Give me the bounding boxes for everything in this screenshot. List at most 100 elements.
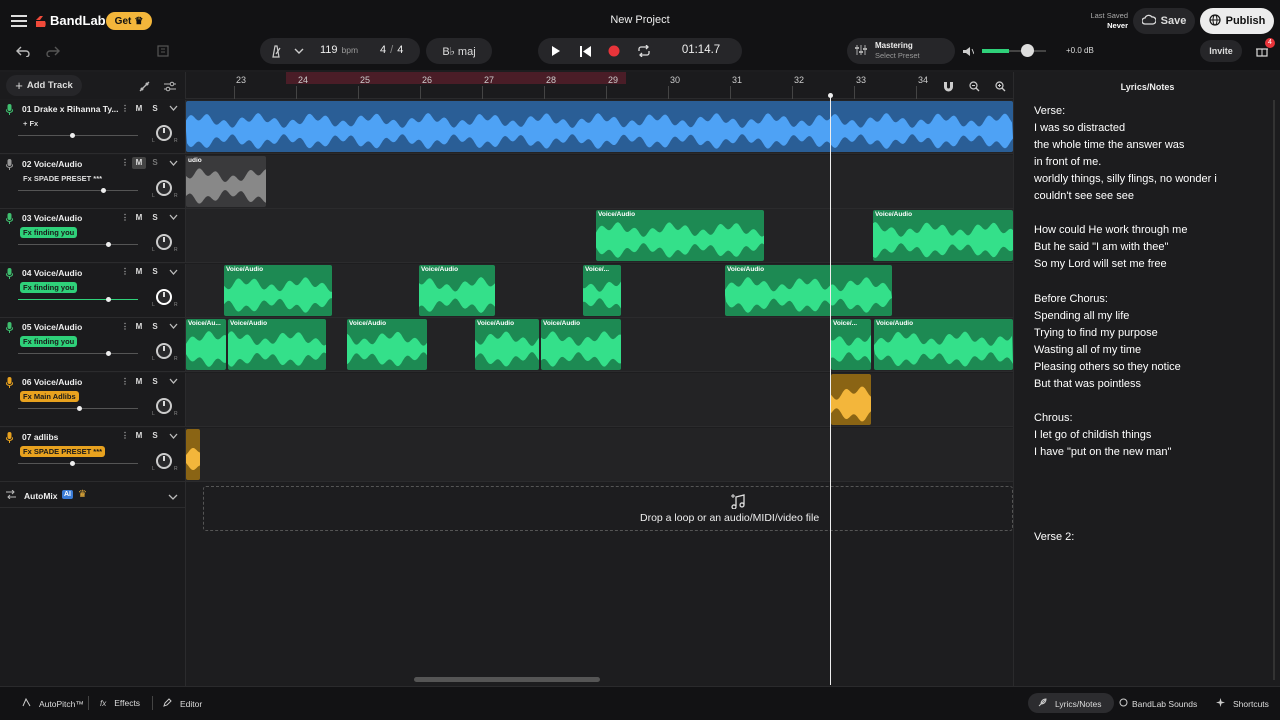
publish-button[interactable]: Publish (1200, 8, 1274, 34)
microphone-icon[interactable] (6, 104, 13, 115)
track-lane[interactable]: Voice/Au... Voice/Audio Voice/Audio Voice/A… (186, 318, 1013, 373)
track-volume-thumb[interactable] (106, 296, 112, 302)
audio-clip[interactable] (186, 428, 200, 480)
track-pan-knob[interactable] (156, 452, 172, 469)
track-volume-slider[interactable] (18, 187, 138, 193)
track-volume-thumb[interactable] (77, 406, 83, 411)
clip-library-icon[interactable] (152, 40, 174, 62)
audio-clip[interactable]: Voice/Audio (873, 210, 1013, 262)
loop-region[interactable] (286, 72, 626, 84)
add-track-button[interactable]: + Add Track (6, 75, 82, 96)
track-name[interactable]: 07 adlibs (22, 432, 58, 442)
track-pan-knob[interactable] (156, 398, 172, 414)
track-volume-thumb[interactable] (106, 351, 112, 357)
track-name[interactable]: 02 Voice/Audio (22, 159, 82, 169)
get-button[interactable]: Get ♛ (106, 12, 152, 30)
track-options-icon[interactable]: ⋮ (118, 266, 132, 278)
audio-clip[interactable]: Voice/... (831, 319, 871, 371)
track-header[interactable]: 07 adlibs ⋮ M S Fx SPADE PRESET *** L R (0, 427, 186, 482)
track-volume-thumb[interactable] (70, 460, 76, 466)
track-fx-badge[interactable]: Fx finding you (20, 227, 78, 239)
track-fx-badge[interactable]: + Fx (20, 118, 41, 129)
chevron-down-icon[interactable] (166, 102, 180, 114)
key-button[interactable]: B♭ maj (426, 38, 492, 64)
chevron-down-icon[interactable] (166, 375, 180, 387)
audio-clip[interactable]: Voice/Audio (596, 210, 764, 262)
track-pan-knob[interactable] (156, 125, 172, 141)
track-name[interactable]: 01 Drake x Rihanna Ty... (22, 104, 119, 114)
audio-clip[interactable]: Voice/Audio (228, 319, 326, 371)
mute-button[interactable]: M (132, 375, 146, 387)
loop-icon[interactable] (636, 43, 652, 59)
solo-button[interactable]: S (148, 102, 162, 114)
solo-button[interactable]: S (148, 211, 162, 223)
bpm-field[interactable]: 119 bpm (320, 44, 358, 56)
track-fx-badge[interactable]: Fx Main Adlibs (20, 391, 79, 402)
playhead[interactable] (830, 95, 831, 685)
playhead-handle[interactable] (828, 93, 833, 98)
chevron-down-icon[interactable] (166, 320, 180, 332)
time-signature[interactable]: 4 / 4 (380, 44, 403, 56)
menu-icon[interactable] (10, 12, 28, 30)
audio-clip[interactable]: Voice/Audio (874, 319, 1013, 371)
track-name[interactable]: 06 Voice/Audio (22, 377, 82, 387)
zoom-in-icon[interactable] (992, 78, 1008, 94)
track-pan-knob[interactable] (156, 343, 172, 360)
track-pan-knob[interactable] (156, 179, 172, 196)
audio-clip[interactable]: Voice/Audio (541, 319, 621, 371)
redo-icon[interactable] (42, 40, 64, 62)
audio-clip[interactable]: Voice/Audio (475, 319, 539, 371)
solo-button[interactable]: S (148, 430, 162, 442)
track-volume-slider[interactable] (18, 351, 138, 357)
chevron-down-icon[interactable] (166, 211, 180, 223)
microphone-icon[interactable] (6, 158, 13, 170)
track-volume-slider[interactable] (18, 296, 138, 302)
track-volume-thumb[interactable] (101, 187, 107, 193)
chevron-down-icon[interactable] (166, 266, 180, 278)
bandlab-logo[interactable]: BandLab (34, 13, 106, 28)
audio-clip[interactable]: Voice/Audio (419, 264, 495, 316)
speaker-icon[interactable] (960, 43, 976, 59)
audio-clip[interactable]: Voice/Au... (186, 319, 226, 371)
chevron-down-icon[interactable] (292, 45, 306, 57)
audio-clip[interactable]: Voice/Audio (224, 264, 332, 316)
microphone-icon[interactable] (6, 377, 13, 388)
mute-button[interactable]: M (132, 211, 146, 223)
track-options-icon[interactable]: ⋮ (118, 320, 132, 332)
editor-button[interactable]: Editor (163, 698, 202, 709)
track-settings-icon[interactable] (162, 78, 178, 94)
track-lane[interactable]: udio (186, 154, 1013, 209)
track-lane[interactable] (186, 100, 1013, 154)
track-volume-slider[interactable] (18, 406, 138, 411)
track-fx-badge[interactable]: Fx SPADE PRESET *** (20, 445, 106, 457)
automation-icon[interactable] (136, 78, 152, 94)
microphone-icon[interactable] (6, 267, 13, 279)
track-name[interactable]: 03 Voice/Audio (22, 213, 82, 223)
track-lane[interactable] (186, 427, 1013, 482)
track-pan-knob[interactable] (156, 288, 172, 305)
track-options-icon[interactable]: ⋮ (118, 211, 132, 223)
mute-button[interactable]: M (132, 430, 146, 442)
volume-thumb[interactable] (1020, 44, 1034, 57)
track-header[interactable]: 06 Voice/Audio ⋮ M S Fx Main Adlibs L R (0, 373, 186, 427)
master-volume-slider[interactable] (982, 44, 1046, 57)
autopitch-button[interactable]: AutoPitch™ (22, 697, 84, 709)
solo-button[interactable]: S (148, 157, 162, 169)
track-pan-knob[interactable] (156, 234, 172, 251)
mute-button[interactable]: M (132, 156, 146, 169)
track-options-icon[interactable]: ⋮ (118, 430, 132, 442)
track-fx-badge[interactable]: Fx finding you (20, 281, 78, 293)
solo-button[interactable]: S (148, 266, 162, 278)
track-volume-thumb[interactable] (106, 242, 112, 248)
automix-row[interactable]: AutoMix AI ♛ (0, 482, 186, 508)
chevron-down-icon[interactable] (166, 430, 180, 442)
microphone-icon[interactable] (6, 322, 13, 334)
mute-button[interactable]: M (132, 102, 146, 114)
audio-clip[interactable]: Voice/Audio (347, 319, 427, 371)
microphone-icon[interactable] (6, 431, 13, 443)
mute-button[interactable]: M (132, 320, 146, 332)
track-options-icon[interactable]: ⋮ (118, 102, 132, 114)
track-volume-thumb[interactable] (70, 133, 76, 138)
track-header[interactable]: 02 Voice/Audio ⋮ M S Fx SPADE PRESET *** L R (0, 154, 186, 209)
bandlab-sounds-tab[interactable]: BandLab Sounds (1119, 698, 1197, 709)
